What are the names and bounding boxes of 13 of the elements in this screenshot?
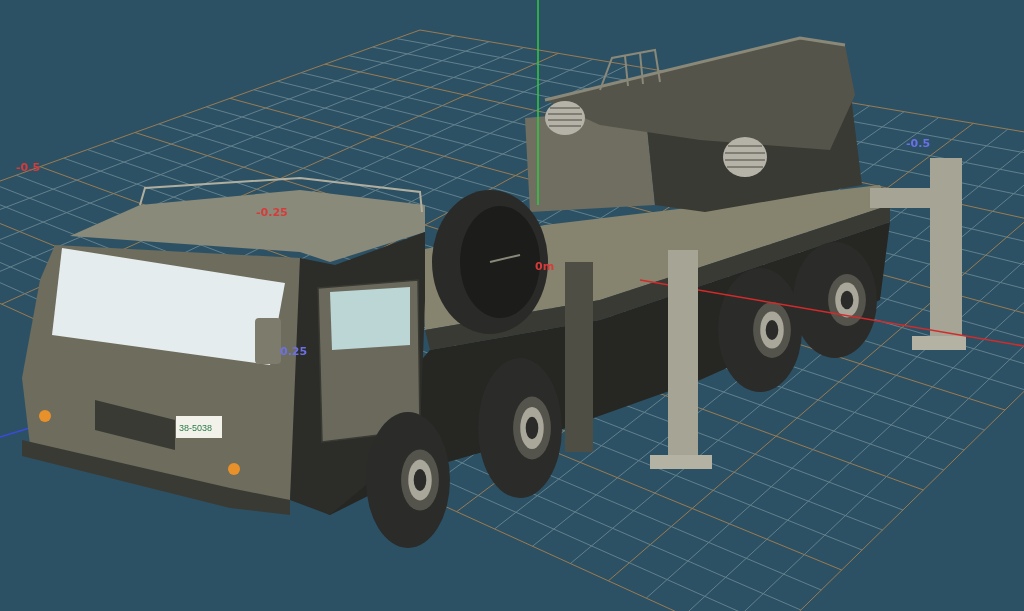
axis-label: 0m (535, 260, 555, 273)
crane-rail (599, 48, 661, 91)
axis-label: -0.5 (906, 137, 931, 150)
plate-number: 38-5038 (179, 423, 213, 433)
axis-label: -0.25 (256, 206, 288, 219)
headlight (39, 410, 51, 422)
headlight (228, 463, 240, 475)
winch-drum (723, 137, 767, 177)
license-plate (176, 416, 222, 438)
winch-drum (545, 101, 585, 135)
side-mirror (255, 318, 281, 364)
axis-label: 0.25 (280, 345, 308, 358)
axis-label: -0.5 (16, 161, 41, 174)
